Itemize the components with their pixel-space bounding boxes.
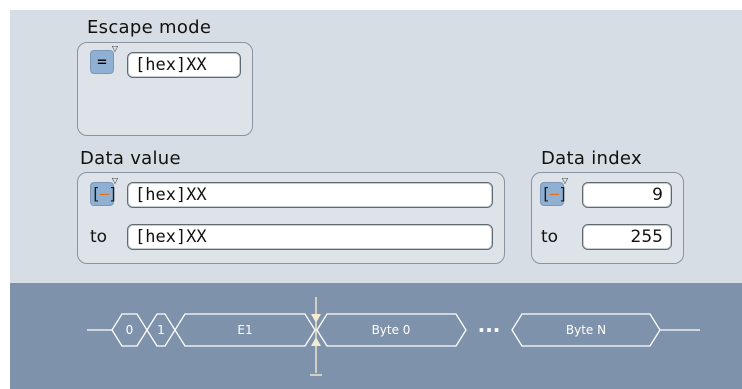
data-index-from-field[interactable]: 9: [582, 182, 672, 208]
data-value-from-field[interactable]: [hex]XX: [127, 182, 493, 208]
data-value-operator-button[interactable]: [–] ▽: [90, 177, 118, 206]
field-label-1: 1: [157, 323, 165, 337]
data-index-operator-button[interactable]: [–] ▽: [540, 177, 568, 206]
data-index-to-field[interactable]: 255: [582, 224, 672, 250]
dropdown-triangle-icon: ▽: [111, 44, 118, 53]
data-value-to-label: to: [90, 227, 108, 247]
escape-mode-value-field[interactable]: [hex]XX: [127, 52, 241, 78]
ellipsis-label: ···: [478, 318, 501, 342]
data-value-to-field[interactable]: [hex]XX: [127, 224, 493, 250]
field-label-e1: E1: [237, 323, 252, 337]
escape-mode-label: Escape mode: [87, 17, 212, 38]
frame-diagram: 0 1 E1 Byte 0 Byte N ···: [10, 283, 742, 389]
dropdown-triangle-icon: ▽: [111, 176, 118, 185]
range-icon: [–]: [91, 184, 118, 203]
dropdown-triangle-icon: ▽: [561, 176, 568, 185]
trigger-marker-bottom: [311, 337, 321, 346]
escape-mode-operator-button[interactable]: = ▽: [90, 45, 118, 74]
range-icon: [–]: [541, 184, 568, 203]
field-label-byte0: Byte 0: [372, 323, 411, 337]
equals-icon: =: [97, 52, 107, 71]
trigger-marker-top: [311, 314, 321, 323]
data-index-label: Data index: [541, 148, 642, 169]
field-label-0: 0: [126, 323, 134, 337]
data-index-to-label: to: [541, 227, 559, 247]
frame-diagram-svg: 0 1 E1 Byte 0 Byte N ···: [87, 297, 700, 376]
data-value-label: Data value: [80, 148, 181, 169]
field-label-byten: Byte N: [566, 323, 606, 337]
